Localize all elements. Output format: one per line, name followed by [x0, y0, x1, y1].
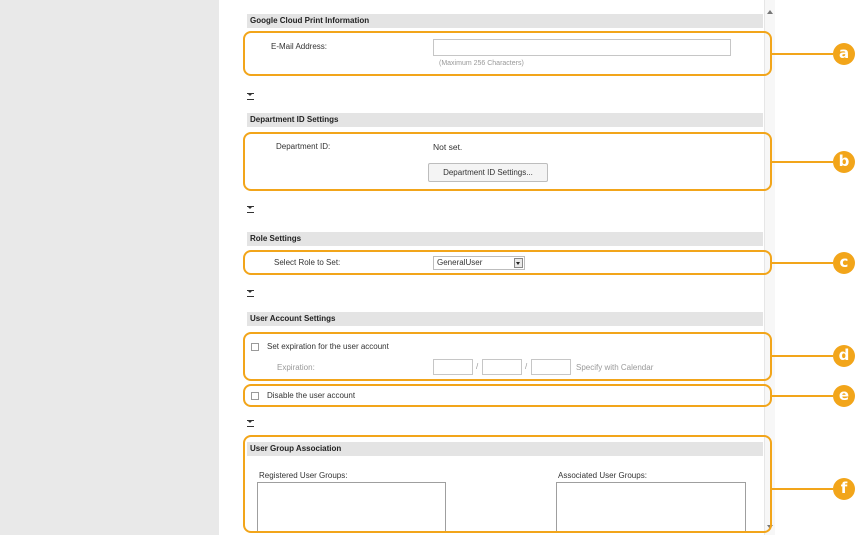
- scroll-up-arrow-icon[interactable]: [767, 10, 773, 14]
- callout-connector-b: [771, 161, 833, 163]
- callout-frame-b: [243, 132, 772, 191]
- callout-frame-d: [243, 332, 772, 381]
- collapse-toggle-icon[interactable]: [247, 290, 254, 297]
- section-title-department-id: Department ID Settings: [247, 113, 763, 127]
- left-navigation-panel: [0, 0, 219, 535]
- section-title-role-settings: Role Settings: [247, 232, 763, 246]
- callout-connector-d: [771, 355, 833, 357]
- callout-badge-d: d: [833, 345, 855, 367]
- callout-connector-e: [771, 395, 833, 397]
- callout-connector-c: [771, 262, 833, 264]
- callout-badge-a: a: [833, 43, 855, 65]
- callout-connector-a: [771, 53, 833, 55]
- collapse-toggle-icon[interactable]: [247, 420, 254, 427]
- callout-badge-e: e: [833, 385, 855, 407]
- callout-frame-e: [243, 384, 772, 407]
- callout-frame-a: [243, 31, 772, 76]
- section-title-google-cloud-print: Google Cloud Print Information: [247, 14, 763, 28]
- callout-frame-f: [243, 435, 772, 533]
- callout-badge-c: c: [833, 252, 855, 274]
- callout-badge-f: f: [833, 478, 855, 500]
- collapse-toggle-icon[interactable]: [247, 206, 254, 213]
- callout-frame-c: [243, 250, 772, 275]
- collapse-toggle-icon[interactable]: [247, 93, 254, 100]
- section-title-user-account: User Account Settings: [247, 312, 763, 326]
- callout-badge-b: b: [833, 151, 855, 173]
- callout-connector-f: [771, 488, 833, 490]
